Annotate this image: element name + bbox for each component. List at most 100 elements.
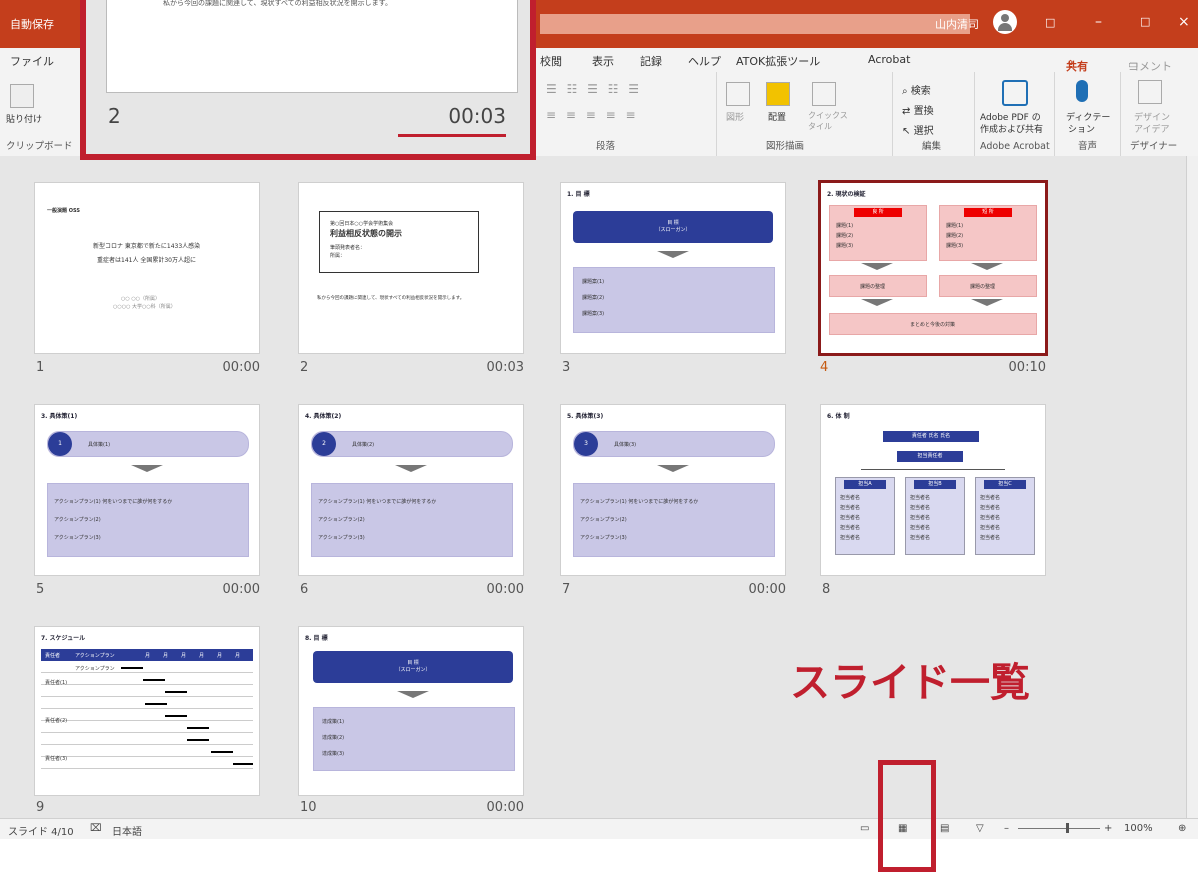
slide-text: 所属： xyxy=(330,253,346,259)
slide-text: 担当者名 xyxy=(840,535,861,541)
schedule-row: 責任者(3) xyxy=(45,756,68,762)
zoom-out-icon[interactable]: – xyxy=(1004,823,1009,834)
zoom-level[interactable]: 100% xyxy=(1124,823,1153,834)
slide-text: 課題(1) xyxy=(946,223,964,229)
slide-thumbnail-2[interactable]: 第○回日本○○学会学術集会 利益相反状態の開示 筆頭発表者名： 所属： 私から今… xyxy=(298,182,524,354)
slide-thumbnail-6[interactable]: 4. 具体策(2) 2 具体策(2) アクションプラン(1) 何をいつまでに誰が… xyxy=(298,404,524,576)
autosave-label[interactable]: 自動保存 xyxy=(10,16,54,32)
normal-view-icon[interactable]: ▭ xyxy=(860,823,869,834)
slide-text: 担当C xyxy=(984,480,1026,489)
fit-to-window-icon[interactable]: ⊕ xyxy=(1178,823,1186,834)
slide-text: 課題(3) xyxy=(836,243,854,249)
microphone-icon[interactable] xyxy=(1076,80,1088,102)
slide-title: 1. 目 標 xyxy=(567,191,590,198)
slide-title: 8. 目 標 xyxy=(305,635,328,642)
schedule-col: 責任者 xyxy=(45,653,61,659)
slide-thumbnail-5[interactable]: 3. 具体策(1) 1 具体策(1) アクションプラン(1) 何をいつまでに誰が… xyxy=(34,404,260,576)
dictation-line2[interactable]: ション xyxy=(1068,122,1095,135)
schedule-row: 責任者(1) xyxy=(45,680,68,686)
slide-title-box: 第○回日本○○学会学術集会 利益相反状態の開示 筆頭発表者名： 所属： xyxy=(319,211,479,273)
slide-thumbnail-4-selected[interactable]: 2. 現状の検証 良 所 課題(1) 課題(2) 課題(3) 短 所 課題(1)… xyxy=(818,180,1048,356)
ribbon-display-button[interactable]: □ xyxy=(1045,16,1055,29)
slide-thumbnail-7[interactable]: 5. 具体策(3) 3 具体策(3) アクションプラン(1) 何をいつまでに誰が… xyxy=(560,404,786,576)
gantt-arrow-icon xyxy=(233,763,253,765)
avatar[interactable] xyxy=(993,10,1017,34)
slide-team-box: 担当A 担当者名 担当者名 担当者名 担当者名 担当者名 xyxy=(835,477,895,555)
language-indicator[interactable]: 日本語 xyxy=(112,823,142,838)
slide-text: 課題(2) xyxy=(946,233,964,239)
slide-thumbnail-10[interactable]: 8. 目 標 目 標 （スローガン） 達成策(1) 達成策(2) 達成策(3) xyxy=(298,626,524,796)
acrobat-line2[interactable]: 作成および共有 xyxy=(980,122,1043,135)
select-button[interactable]: ↖ 選択 xyxy=(902,122,934,137)
down-arrow-icon xyxy=(657,251,689,258)
quick-styles-icon[interactable] xyxy=(812,82,836,106)
tab-acrobat[interactable]: Acrobat xyxy=(868,53,910,66)
slide-thumbnail-8[interactable]: 6. 体 制 責任者 氏名 氏名 担当責任者 担当A 担当者名 担当者名 担当者… xyxy=(820,404,1046,576)
slide-text: 担当者名 xyxy=(980,525,1001,531)
slide-header: 3. 具体策(1) xyxy=(41,411,253,421)
down-arrow-icon xyxy=(971,263,1003,270)
replace-icon: ⇄ xyxy=(902,106,911,117)
slide-text: 担当者名 xyxy=(910,525,931,531)
maximize-button[interactable]: □ xyxy=(1140,15,1150,28)
slide-header xyxy=(305,189,517,199)
user-name[interactable]: 山内清司 xyxy=(935,16,979,32)
find-button[interactable]: ⌕ 検索 xyxy=(902,82,931,97)
slide-text: 担当者名 xyxy=(980,515,1001,521)
down-arrow-icon xyxy=(861,263,893,270)
slide-timing: 00:00 xyxy=(748,582,786,597)
slide-text: 担当A xyxy=(844,480,886,489)
designer-line2[interactable]: アイデア xyxy=(1134,122,1170,135)
slide-thumbnail-9[interactable]: 7. スケジュール 責任者 アクションプラン 月 月 月 月 月 月 責任者(1… xyxy=(34,626,260,796)
tab-atok[interactable]: ATOK拡張ツール xyxy=(736,53,820,69)
tab-help[interactable]: ヘルプ xyxy=(688,53,721,69)
slide-header: 5. 具体策(3) xyxy=(567,411,779,421)
slide-text: 具体策(3) xyxy=(614,442,637,448)
design-ideas-icon[interactable] xyxy=(1138,80,1162,104)
avatar-body-icon xyxy=(998,23,1012,31)
slideshow-icon[interactable]: ▽ xyxy=(976,823,984,834)
slide-text: 担当者名 xyxy=(910,535,931,541)
schedule-col: 月 xyxy=(199,653,205,659)
acrobat-pdf-icon[interactable] xyxy=(1002,80,1028,106)
search-box[interactable] xyxy=(540,14,970,34)
minimize-button[interactable]: – xyxy=(1095,14,1102,30)
slide-text: 担当者名 xyxy=(910,505,931,511)
schedule-col: アクションプラン xyxy=(75,653,115,659)
slide-header: 7. スケジュール xyxy=(41,633,253,643)
tab-view[interactable]: 表示 xyxy=(592,53,614,69)
reading-view-icon[interactable]: ▤ xyxy=(940,823,949,834)
quick-styles-label: クイックスタイル xyxy=(808,111,848,131)
slide-text: 目 標 xyxy=(407,660,419,666)
slide-text: 課題(3) xyxy=(946,243,964,249)
close-button[interactable]: × xyxy=(1178,14,1190,30)
tab-file[interactable]: ファイル xyxy=(10,53,54,69)
list-buttons-icon[interactable]: ☰ ☷ ☰ ☷ ☰ xyxy=(546,82,696,96)
slide-text: 担当者名 xyxy=(980,505,1001,511)
tab-record[interactable]: 記録 xyxy=(640,53,662,69)
align-buttons-icon[interactable]: ≡ ≡ ≡ ≡ ≡ xyxy=(546,108,696,122)
slide-header: 1. 目 標 xyxy=(567,189,779,199)
replace-button[interactable]: ⇄ 置換 xyxy=(902,102,934,117)
voice-label: 音声 xyxy=(1078,141,1098,152)
tab-review[interactable]: 校閲 xyxy=(540,53,562,69)
zoom-slider-thumb[interactable] xyxy=(1066,823,1069,833)
slide-text: （スローガン） xyxy=(395,667,431,673)
accessibility-icon[interactable]: ⌧ xyxy=(90,823,102,834)
zoom-in-icon[interactable]: + xyxy=(1104,823,1112,834)
shapes-icon[interactable] xyxy=(726,82,750,106)
arrange-icon[interactable] xyxy=(766,82,790,106)
slide-text: まとめと今後の対策 xyxy=(910,322,956,328)
paste-icon[interactable] xyxy=(10,84,34,108)
zoomed-slide-timing: 00:03 xyxy=(448,104,506,128)
slide-issue-box: 課題の整理 xyxy=(829,275,927,297)
slide-thumbnail-3[interactable]: 1. 目 標 目 標 （スローガン） 課題案(1) 課題案(2) 課題案(3) xyxy=(560,182,786,354)
vertical-scrollbar[interactable] xyxy=(1186,156,1198,818)
annotation-highlight-box xyxy=(878,760,936,872)
zoom-slider[interactable] xyxy=(1018,828,1100,829)
slide-text: 担当者名 xyxy=(840,525,861,531)
slide-timing: 00:00 xyxy=(222,360,260,375)
clipboard-label: クリップボード xyxy=(6,141,73,152)
slide-thumbnail-1[interactable]: 一般演題 OSS 新型コロナ 東京都で新たに1433人感染 重症者は141人 全… xyxy=(34,182,260,354)
slide-text: 担当者名 xyxy=(840,495,861,501)
